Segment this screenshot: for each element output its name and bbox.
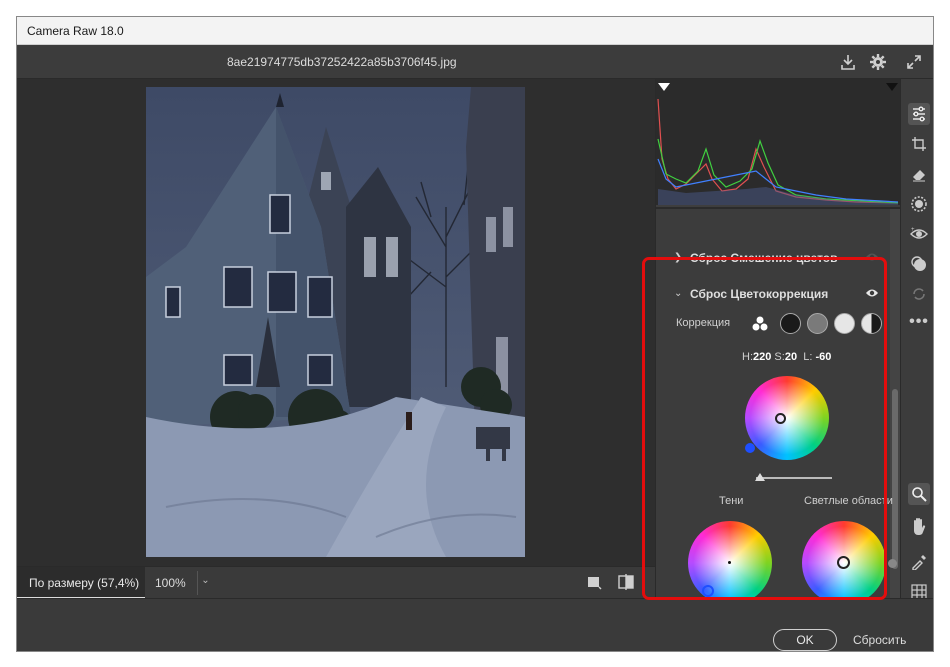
color-sampler-icon[interactable] [908,551,930,573]
status-bar: По размеру (57,4%) 100% ⌄ [17,566,655,599]
more-icon[interactable]: ••• [908,311,930,333]
edit-sliders-icon[interactable] [908,103,930,125]
reset-button[interactable]: Сбросить [853,633,906,647]
chevron-down-icon[interactable]: ⌄ [197,571,213,595]
dialog-footer: OK Сбросить [17,598,933,651]
title-bar: Camera Raw 18.0 [17,17,933,45]
hand-icon[interactable] [908,515,930,537]
redeye-icon[interactable]: + [908,223,930,245]
before-after-icon[interactable] [585,573,605,593]
photo-preview [146,87,525,557]
histogram [656,79,901,209]
file-name: 8ae21974775db37252422a85b3706f45.jpg [227,55,457,69]
scrollbar-thumb[interactable] [892,389,898,569]
image-canvas[interactable] [17,79,655,566]
highlight-box [642,257,887,600]
ok-button[interactable]: OK [773,629,837,651]
fullscreen-icon[interactable] [903,51,925,73]
zoom-fit-button[interactable]: По размеру (57,4%) [17,567,145,599]
save-icon[interactable] [837,51,859,73]
wheel-color-dot[interactable] [888,559,897,568]
top-bar: 8ae21974775db37252422a85b3706f45.jpg [17,45,933,79]
mask-icon[interactable] [908,193,930,215]
presets-icon[interactable] [908,253,930,275]
eraser-icon[interactable] [908,163,930,185]
svg-text:+: + [911,227,915,233]
zoom-icon[interactable] [908,483,930,505]
zoom-100-button[interactable]: 100% [155,576,186,590]
panel-scrollbar[interactable] [890,209,900,598]
gear-icon[interactable] [867,51,889,73]
window-title: Camera Raw 18.0 [27,24,124,38]
compare-icon[interactable] [617,573,637,593]
tool-rail: + ••• [900,79,933,600]
snapshot-icon[interactable] [908,283,930,305]
crop-icon[interactable] [908,133,930,155]
